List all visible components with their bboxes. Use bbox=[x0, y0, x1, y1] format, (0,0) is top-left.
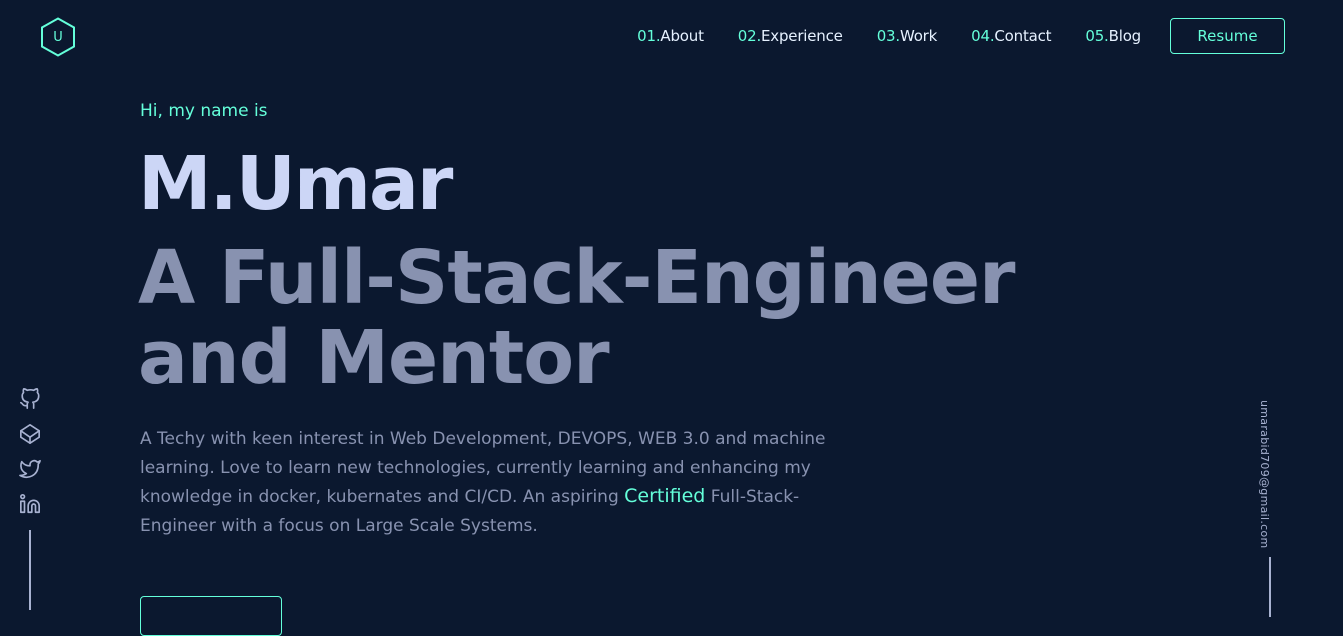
right-divider-line bbox=[1269, 557, 1271, 617]
nav-number: 05. bbox=[1085, 27, 1109, 45]
email-sidebar: umarabid709@gmail.com bbox=[1258, 400, 1278, 549]
linkedin-icon[interactable] bbox=[19, 493, 41, 515]
nav-link-about[interactable]: 01.About bbox=[637, 27, 704, 45]
nav-label: About bbox=[660, 27, 704, 45]
nav-label: Contact bbox=[994, 27, 1052, 45]
codepen-icon[interactable] bbox=[19, 423, 41, 445]
github-icon[interactable] bbox=[19, 388, 41, 410]
hero-name: M.Umar bbox=[138, 141, 453, 227]
logo[interactable]: U bbox=[40, 17, 76, 57]
nav-link-contact[interactable]: 04.Contact bbox=[971, 27, 1051, 45]
nav-label: Blog bbox=[1108, 27, 1142, 45]
hero-tagline-line-1: A Full-Stack-Engineer bbox=[138, 235, 1016, 321]
nav-link-work[interactable]: 03.Work bbox=[876, 27, 938, 45]
nav-number: 04. bbox=[971, 27, 995, 45]
hero-bio: A Techy with keen interest in Web Develo… bbox=[140, 425, 860, 540]
twitter-icon[interactable] bbox=[19, 458, 41, 480]
resume-button[interactable]: Resume bbox=[1170, 18, 1285, 54]
hero-tagline: A Full-Stack-Engineer and Mentor bbox=[138, 238, 1098, 398]
left-divider-line bbox=[29, 530, 31, 610]
nav-link-experience[interactable]: 02.Experience bbox=[738, 27, 843, 45]
email-link[interactable]: umarabid709@gmail.com bbox=[1258, 400, 1271, 549]
hero-tagline-line-2: and Mentor bbox=[138, 315, 610, 401]
cta-button[interactable] bbox=[140, 596, 282, 636]
nav-link-blog[interactable]: 05.Blog bbox=[1085, 27, 1141, 45]
hero-greeting: Hi, my name is bbox=[140, 101, 268, 121]
logo-letter: U bbox=[53, 29, 63, 45]
nav-number: 01. bbox=[637, 27, 661, 45]
nav-number: 02. bbox=[737, 27, 762, 45]
bio-highlight: Certified bbox=[624, 485, 706, 507]
top-nav: 01.About 02.Experience 03.Work 04.Contac… bbox=[637, 17, 1285, 55]
nav-number: 03. bbox=[876, 27, 900, 45]
nav-label: Work bbox=[899, 27, 938, 45]
nav-label: Experience bbox=[761, 27, 843, 45]
social-sidebar bbox=[19, 388, 41, 528]
